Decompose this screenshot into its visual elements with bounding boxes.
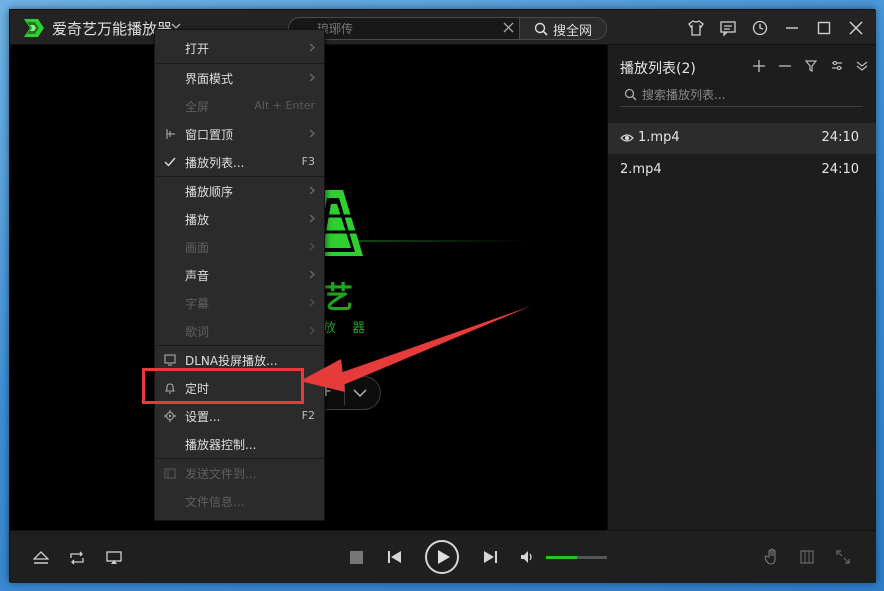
annotation-arrow-icon xyxy=(300,306,531,392)
